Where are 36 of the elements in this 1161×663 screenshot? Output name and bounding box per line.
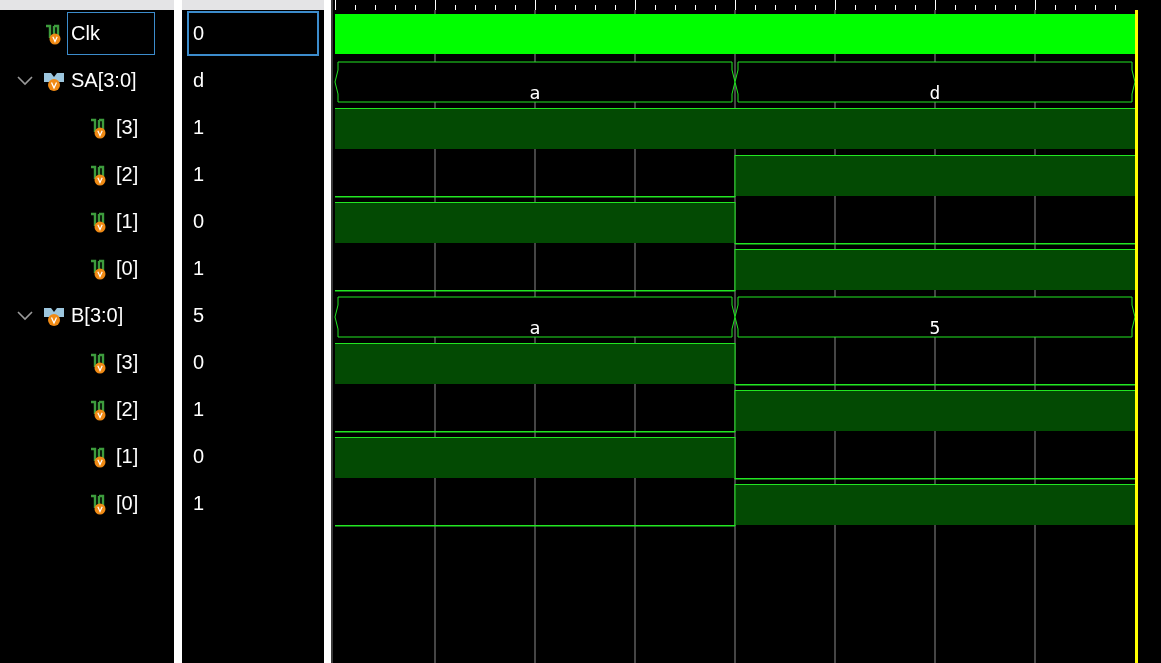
transition-edge [734,436,736,480]
signal-name[interactable]: [0] [112,247,143,290]
bus-value: a [529,317,541,338]
transition-edge [734,154,736,198]
signal-name[interactable]: [1] [112,200,143,243]
signal-name[interactable]: [0] [112,482,143,525]
transition-edge [734,389,736,433]
signal-name[interactable]: Clk [67,12,155,55]
signal-name[interactable]: [2] [112,388,143,431]
transition-edge [734,248,736,292]
signal-value: 1 [192,491,206,516]
transition-edge [734,342,736,386]
signal-value: 0 [192,350,206,375]
signal-value: 0 [192,444,206,469]
signal-value: 1 [192,256,206,281]
signal-name[interactable]: [3] [112,341,143,384]
bus-value: d [929,82,941,103]
signal-value: 5 [192,303,206,328]
signal-value: 0 [187,11,319,56]
signal-value: 1 [192,397,206,422]
chevron-icon[interactable] [17,310,33,321]
transition-edge [734,483,736,527]
chevron-icon[interactable] [17,75,33,86]
signal-value: 0 [192,209,206,234]
signal-name[interactable]: [1] [112,435,143,478]
signal-value: d [192,68,206,93]
signal-name[interactable]: [3] [112,106,143,149]
bus-value: 5 [929,317,941,338]
signal-value: 1 [192,115,206,140]
transition-edge [734,201,736,245]
signal-value: 1 [192,162,206,187]
time-cursor[interactable] [1135,10,1138,663]
signal-name[interactable]: B[3:0] [67,294,128,337]
bus-value: a [529,82,541,103]
signal-name[interactable]: SA[3:0] [67,59,141,102]
signal-name[interactable]: [2] [112,153,143,196]
